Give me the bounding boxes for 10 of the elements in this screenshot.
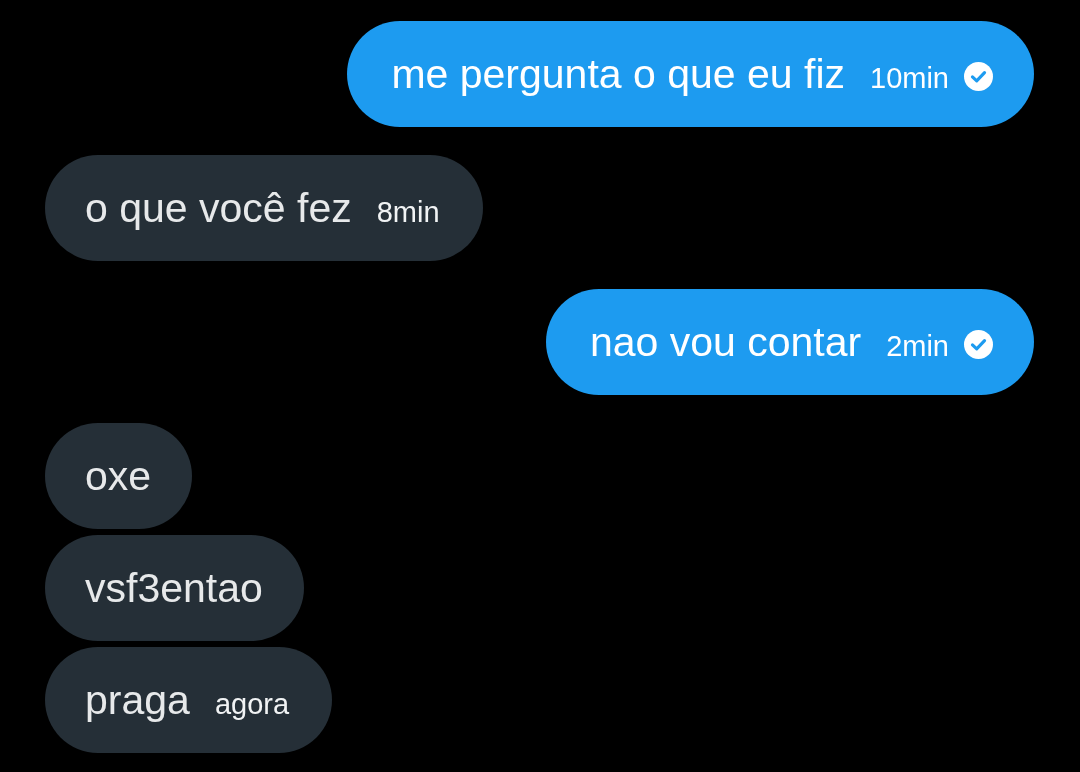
message-text: vsf3entao <box>85 564 263 613</box>
message-time: 2min <box>886 329 949 364</box>
message-text: o que você fez <box>85 184 352 233</box>
message-time: agora <box>214 687 290 722</box>
message-time: 8min <box>376 195 440 230</box>
message-text: me pergunta o que eu fiz <box>391 50 845 99</box>
message-time: 10min <box>870 61 949 96</box>
message-text: nao vou contar <box>589 318 862 367</box>
message-text: oxe <box>85 452 152 501</box>
message-text: praga <box>85 676 190 725</box>
